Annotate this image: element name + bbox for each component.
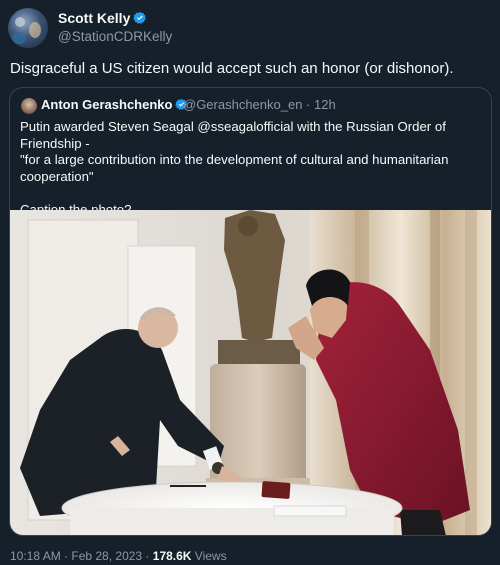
author-avatar[interactable]	[8, 8, 48, 48]
views-count: 178.6K	[152, 549, 192, 563]
quoted-tweet-body: Putin awarded Steven Seagal @sseagaloffi…	[20, 119, 485, 218]
author-name-text[interactable]: Scott Kelly	[58, 10, 130, 26]
tweet-timestamp[interactable]: 10:18 AM · Feb 28, 2023 ·	[10, 549, 153, 563]
quoted-author-name[interactable]: Anton Gerashchenko	[41, 97, 188, 112]
quoted-body-line1: Putin awarded Steven Seagal @sseagaloffi…	[20, 119, 446, 151]
tweet-text: Disgraceful a US citizen would accept su…	[10, 60, 454, 77]
quoted-author-name-text[interactable]: Anton Gerashchenko	[41, 97, 172, 112]
quoted-author-avatar[interactable]	[21, 98, 37, 114]
quoted-tweet-photo[interactable]	[10, 210, 491, 536]
views-label: Views	[191, 549, 227, 563]
verified-badge-icon	[133, 11, 147, 24]
quoted-body-line2: "for a large contribution into the devel…	[20, 152, 449, 184]
tweet-meta: 10:18 AM · Feb 28, 2023 · 178.6K Views	[10, 549, 227, 563]
quoted-tweet[interactable]: Anton Gerashchenko @Gerashchenko_en · 12…	[9, 87, 492, 536]
tweet-card: Scott Kelly @StationCDRKelly Disgraceful…	[0, 0, 500, 565]
author-name[interactable]: Scott Kelly	[58, 10, 147, 26]
author-handle[interactable]: @StationCDRKelly	[58, 29, 172, 44]
quoted-author-handle-time[interactable]: @Gerashchenko_en · 12h	[183, 97, 336, 112]
